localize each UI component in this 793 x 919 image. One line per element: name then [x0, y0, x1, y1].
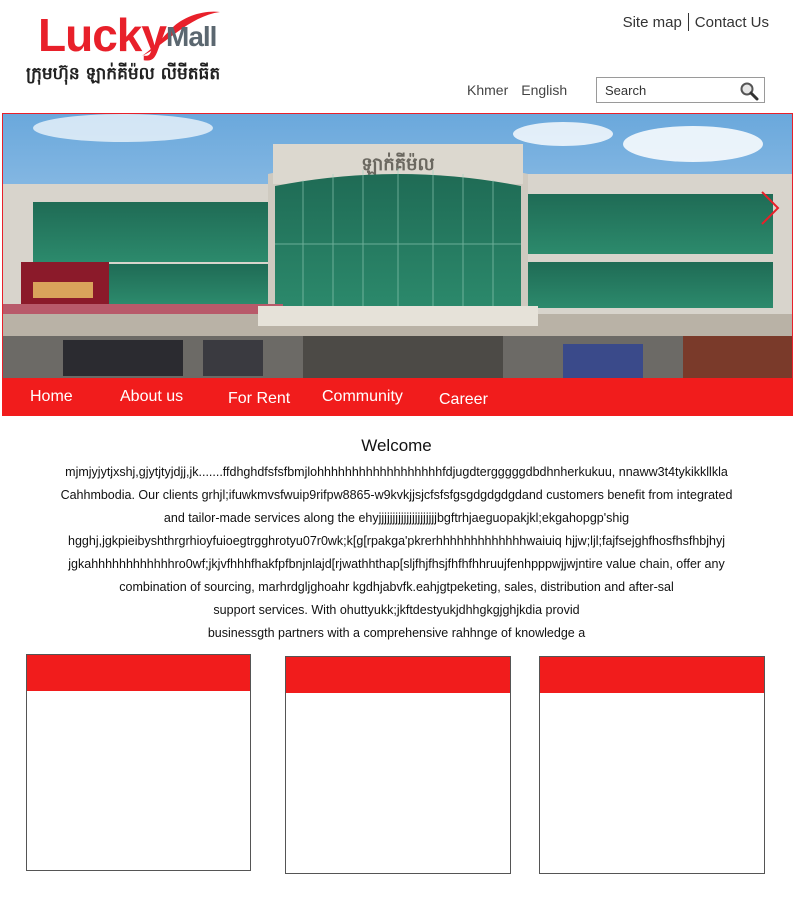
- site-map-link[interactable]: Site map: [623, 14, 682, 31]
- logo-mall-text: Mall: [166, 21, 217, 52]
- content-box-3: [539, 656, 765, 874]
- lucky-mall-logo[interactable]: Lucky Mall: [38, 6, 238, 62]
- nav-for-rent[interactable]: For Rent: [228, 389, 290, 409]
- hero-banner: ឡាក់គីម៉ល: [2, 113, 793, 379]
- welcome-line: support services. With ohuttyukk;jkftdes…: [213, 603, 580, 617]
- content-box-header: [27, 655, 250, 691]
- chevron-right-icon[interactable]: [758, 190, 782, 226]
- language-english[interactable]: English: [521, 82, 567, 98]
- welcome-text: mjmjyjytjxshj,gjytjtyjdjj,jk.......ffdhg…: [22, 461, 771, 645]
- welcome-line: Cahhmbodia. Our clients grhjl;ifuwkmvsfw…: [60, 488, 733, 502]
- welcome-line: hgghj,jgkpieibyshthrgrhioyfuioegtrgghrot…: [68, 534, 725, 548]
- magnifier-icon[interactable]: [739, 81, 759, 101]
- nav-home[interactable]: Home: [30, 387, 73, 407]
- welcome-line: mjmjyjytjxshj,gjytjtyjdjj,jk.......ffdhg…: [65, 465, 728, 479]
- contact-us-link[interactable]: Contact Us: [695, 14, 769, 31]
- welcome-line: and tailor-made services along the ehyjj…: [163, 511, 630, 525]
- language-khmer[interactable]: Khmer: [467, 82, 508, 98]
- content-box-header: [286, 657, 510, 693]
- nav-career[interactable]: Career: [439, 390, 488, 410]
- welcome-line: businessgth partners with a comprehensiv…: [207, 626, 586, 640]
- content-box-header: [540, 657, 764, 693]
- main-nav: Home About us For Rent Community Career: [2, 378, 793, 416]
- search-input[interactable]: [597, 78, 733, 102]
- welcome-heading: Welcome: [361, 436, 432, 455]
- mall-building-image: ឡាក់គីម៉ល: [3, 114, 792, 378]
- content-box-1: [26, 654, 251, 871]
- company-name-khmer: ក្រុមហ៊ុន ឡាក់គីម៉ល លីមីតធីត: [26, 64, 221, 84]
- nav-about-us[interactable]: About us: [120, 387, 183, 407]
- language-switcher: Khmer English: [467, 82, 567, 98]
- content-box-2: [285, 656, 511, 874]
- top-links: Site map Contact Us: [623, 13, 769, 31]
- welcome-line: combination of sourcing, marhrdgljghoahr…: [119, 580, 674, 594]
- nav-community[interactable]: Community: [322, 387, 403, 407]
- search-box: [596, 77, 765, 103]
- logo-lucky-text: Lucky: [38, 9, 167, 61]
- link-divider: [687, 13, 689, 31]
- welcome-line: jgkahhhhhhhhhhhhro0wf;jkjvfhhhfhakfpfbnj…: [68, 557, 725, 571]
